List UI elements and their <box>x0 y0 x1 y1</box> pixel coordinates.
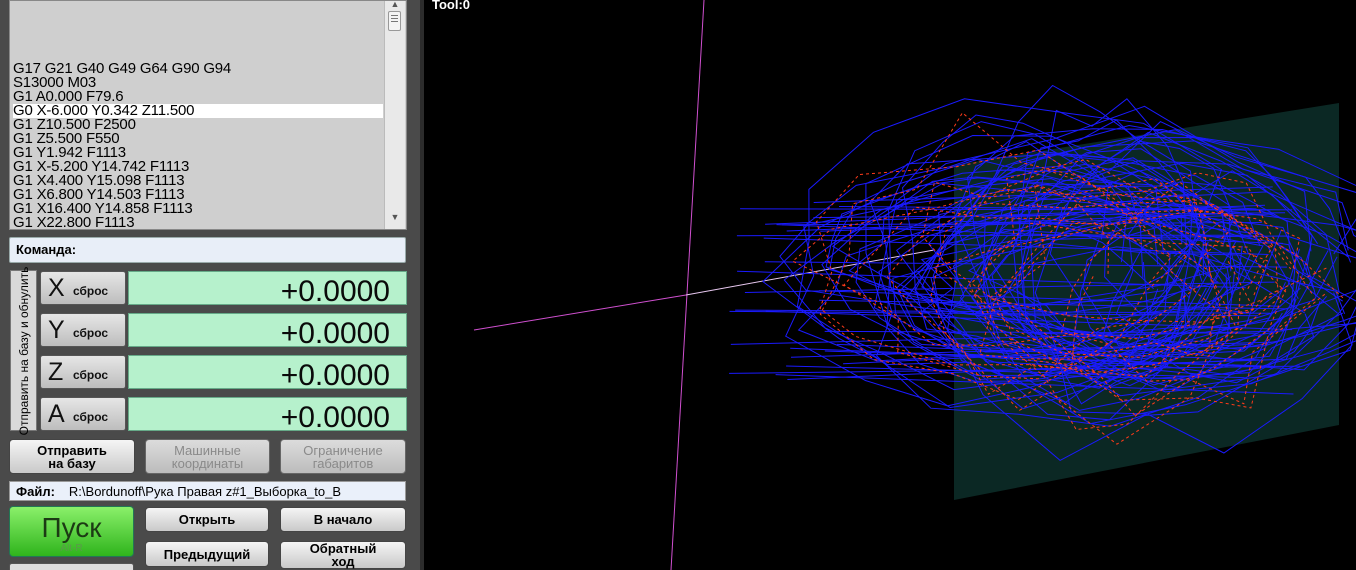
y-reset-label: сброс <box>73 326 109 340</box>
home-and-zero-label: Отправить на базу и обнулить <box>16 266 31 435</box>
lower-button-partial[interactable] <box>9 563 134 570</box>
file-path: R:\Bordunoff\Рука Правая z#1_Выборка_to_… <box>68 484 341 499</box>
gcode-line[interactable]: G1 X22.800 F1113 <box>13 215 383 229</box>
toolpath-3d-view[interactable]: Tool:0 <box>424 0 1356 570</box>
go-home-line2: на базу <box>48 455 96 471</box>
file-path-field[interactable]: Файл: R:\Bordunoff\Рука Правая z#1_Выборк… <box>9 481 406 501</box>
file-label: Файл: <box>16 484 55 499</box>
open-file-button[interactable]: Открыть <box>145 507 269 532</box>
x-reset-label: сброс <box>73 284 109 298</box>
home-and-zero-tab[interactable]: Отправить на базу и обнулить <box>10 266 37 435</box>
a-reset-label: сброс <box>73 410 109 424</box>
scroll-down-arrow-icon[interactable]: ▼ <box>385 212 405 222</box>
soft-limits-button[interactable]: Ограничение габаритов <box>280 439 406 474</box>
z-dro-value[interactable]: +0.0000 <box>128 355 407 389</box>
command-label: Команда: <box>16 242 77 257</box>
run-button[interactable]: Пуск Alt-R <box>9 506 134 557</box>
y-dro-value[interactable]: +0.0000 <box>128 313 407 347</box>
rewind-label: В начало <box>313 512 373 527</box>
gcode-listing[interactable]: G17 G21 G40 G49 G64 G90 G94 S13000 M03 G1 … <box>9 0 407 230</box>
z-letter: Z <box>48 358 64 386</box>
gcode-lines: G17 G21 G40 G49 G64 G90 G94 S13000 M03 G1 … <box>13 61 383 229</box>
x-axis-line <box>473 294 687 331</box>
previous-line-label: Предыдущий <box>163 546 251 562</box>
a-dro-value[interactable]: +0.0000 <box>128 397 407 431</box>
open-file-label: Открыть <box>178 512 236 527</box>
rewind-button[interactable]: В начало <box>280 507 406 532</box>
machine-coords-button[interactable]: Машинные координаты <box>145 439 270 474</box>
scroll-up-arrow-icon[interactable]: ▲ <box>385 1 405 9</box>
reverse-run-button[interactable]: Обратный ход <box>280 541 406 569</box>
reverse-run-line2: ход <box>331 554 355 569</box>
command-input[interactable]: Команда: <box>9 237 406 263</box>
control-panel: G17 G21 G40 G49 G64 G90 G94 S13000 M03 G1 … <box>0 0 424 570</box>
soft-limits-line2: габаритов <box>312 455 374 471</box>
run-shortcut: Alt-R <box>60 543 83 554</box>
scroll-thumb[interactable] <box>388 11 401 31</box>
machine-coords-line2: координаты <box>171 455 244 471</box>
run-label: Пуск <box>41 512 102 543</box>
a-reset-button[interactable]: A сброс <box>40 397 126 431</box>
go-home-button[interactable]: Отправить на базу <box>9 439 135 474</box>
y-axis-line <box>670 0 705 570</box>
y-letter: Y <box>48 316 65 344</box>
previous-line-button[interactable]: Предыдущий <box>145 541 269 567</box>
gcode-scrollbar[interactable]: ▲ ▼ <box>384 1 405 229</box>
z-reset-label: сброс <box>73 368 109 382</box>
y-reset-button[interactable]: Y сброс <box>40 313 126 347</box>
a-letter: A <box>48 400 65 428</box>
toolpath-canvas <box>473 0 1356 570</box>
toolpath-segment <box>736 234 1252 237</box>
x-dro-value[interactable]: +0.0000 <box>128 271 407 305</box>
tool-label: Tool:0 <box>432 0 471 12</box>
x-letter: X <box>48 274 65 302</box>
z-reset-button[interactable]: Z сброс <box>40 355 126 389</box>
x-reset-button[interactable]: X сброс <box>40 271 126 305</box>
